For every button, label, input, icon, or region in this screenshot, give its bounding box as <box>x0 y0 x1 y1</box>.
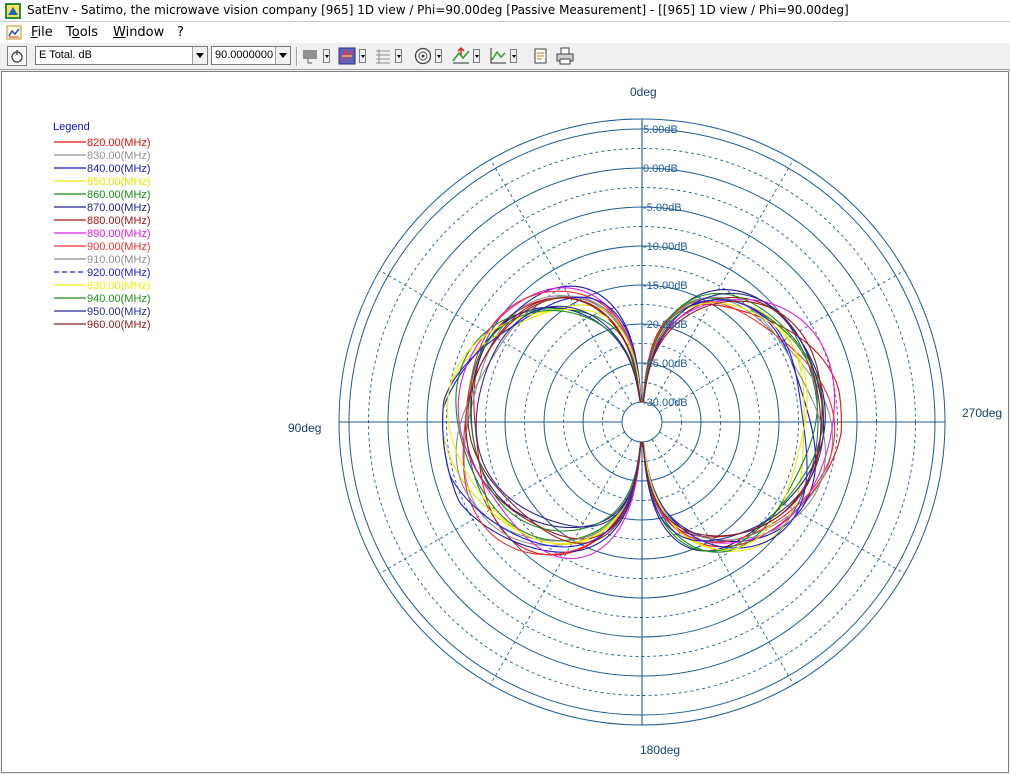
legend-entry: 830.00(MHz) <box>87 150 151 162</box>
menu-window[interactable]: Window <box>113 25 164 40</box>
angle-label: 270deg <box>962 406 1002 420</box>
legend-entry: 900.00(MHz) <box>87 241 151 253</box>
grid-spoke <box>379 431 625 574</box>
toolbar: E Total. dB 90.0000000 <box>0 43 1010 70</box>
plot-area: 5.00dB 0.00dB -5.00dB -10.00dB -15.00dB -20.0… <box>1 71 1009 773</box>
legend-entry: 820.00(MHz) <box>87 137 151 149</box>
polar-grid <box>338 118 946 726</box>
polar-view-dropdown[interactable] <box>435 49 442 63</box>
legend-entry: 870.00(MHz) <box>87 202 151 214</box>
grid-dropdown[interactable] <box>395 49 402 63</box>
quantity-select-value: E Total. dB <box>39 49 92 61</box>
cut-plot-dropdown[interactable] <box>510 49 517 63</box>
toolbar-separator <box>296 47 298 66</box>
chevron-down-icon[interactable] <box>192 47 207 64</box>
print-icon[interactable] <box>555 46 575 66</box>
legend-entry: 950.00(MHz) <box>87 306 151 318</box>
radial-tick-label: -30.00dB <box>643 397 688 409</box>
marker-dropdown[interactable] <box>323 49 330 63</box>
legend-entry: 930.00(MHz) <box>87 280 151 292</box>
radial-tick-label: -15.00dB <box>643 280 688 292</box>
legend-entry: 910.00(MHz) <box>87 254 151 266</box>
quantity-select[interactable]: E Total. dB <box>35 46 208 65</box>
legend-entry: 890.00(MHz) <box>87 228 151 240</box>
polar-view-icon[interactable] <box>413 46 433 66</box>
legend-entry: 880.00(MHz) <box>87 215 151 227</box>
angle-label: 180deg <box>640 743 680 757</box>
legend-entry: 840.00(MHz) <box>87 163 151 175</box>
peak-dropdown[interactable] <box>473 49 480 63</box>
colormap-icon[interactable] <box>337 46 357 66</box>
menu-help[interactable]: ? <box>177 25 184 40</box>
legend-entry: 920.00(MHz) <box>87 267 151 279</box>
menu-tools[interactable]: Tools <box>66 25 98 40</box>
angle-label: 0deg <box>630 85 657 99</box>
grid-spoke <box>490 439 633 685</box>
radial-tick-label: 5.00dB <box>643 124 678 136</box>
legend: Legend820.00(MHz)830.00(MHz)840.00(MHz)8… <box>53 121 151 331</box>
menu-file[interactable]: File <box>31 25 53 40</box>
series-line <box>455 297 818 553</box>
grid-spoke <box>490 159 633 405</box>
peak-icon[interactable] <box>451 46 471 66</box>
polar-chart[interactable]: 5.00dB 0.00dB -5.00dB -10.00dB -15.00dB -20.0… <box>2 72 1008 772</box>
axis-labels: 5.00dB 0.00dB -5.00dB -10.00dB -15.00dB -20.0… <box>288 85 1002 757</box>
angle-label: 90deg <box>288 421 321 435</box>
radial-tick-label: -20.00dB <box>643 319 688 331</box>
grid-spoke <box>379 270 625 413</box>
series-line <box>464 296 822 540</box>
window-title: SatEnv - Satimo, the microwave vision co… <box>27 3 849 17</box>
legend-entry: 960.00(MHz) <box>87 319 151 331</box>
document-icon[interactable] <box>6 25 22 40</box>
grid-spoke <box>651 439 794 685</box>
radial-tick-label: -25.00dB <box>643 358 688 370</box>
radial-tick-label: -5.00dB <box>643 202 682 214</box>
legend-entry: 850.00(MHz) <box>87 176 151 188</box>
chevron-down-icon[interactable] <box>275 47 290 64</box>
legend-entry: 860.00(MHz) <box>87 189 151 201</box>
app-icon <box>5 3 21 19</box>
title-bar: SatEnv - Satimo, the microwave vision co… <box>0 0 1010 22</box>
legend-entry: 940.00(MHz) <box>87 293 151 305</box>
colormap-dropdown[interactable] <box>359 49 366 63</box>
grid-lines-icon[interactable] <box>373 46 393 66</box>
cut-plot-icon[interactable] <box>488 46 508 66</box>
marker-icon[interactable] <box>301 46 321 66</box>
series-line <box>455 295 827 542</box>
angle-select-value: 90.0000000 <box>215 49 274 61</box>
pointer-icon[interactable] <box>7 46 27 66</box>
copy-icon[interactable] <box>531 46 551 66</box>
radial-tick-label: -10.00dB <box>643 241 688 253</box>
legend-title: Legend <box>53 121 90 133</box>
radial-tick-label: 0.00dB <box>643 163 678 175</box>
angle-select[interactable]: 90.0000000 <box>211 46 291 65</box>
menu-bar: File Tools Window ? <box>0 22 1010 43</box>
